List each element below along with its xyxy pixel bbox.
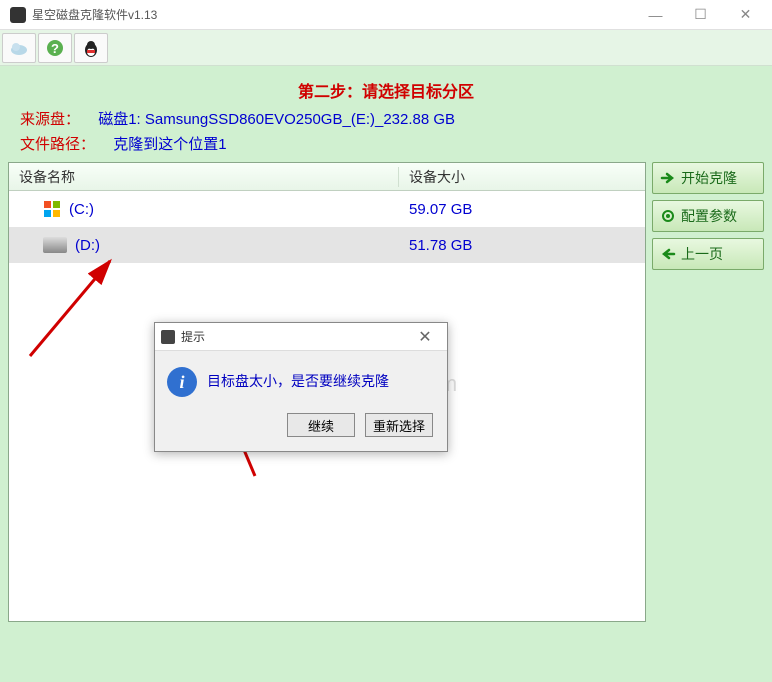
- table-header: 设备名称 设备大小: [9, 163, 645, 191]
- back-label: 上一页: [681, 244, 723, 264]
- dialog-close-button[interactable]: ✕: [409, 327, 441, 347]
- dialog-titlebar: 提示 ✕: [155, 323, 447, 351]
- window-controls: — ☐ ✕: [633, 0, 768, 30]
- drive-name: (C:): [69, 201, 94, 218]
- arrow-right-icon: [659, 169, 677, 187]
- config-label: 配置参数: [681, 206, 737, 226]
- drive-size: 59.07 GB: [399, 201, 645, 218]
- path-label: 文件路径：: [20, 136, 95, 153]
- title-bar: 星空磁盘克隆软件v1.13 — ☐ ✕: [0, 0, 772, 30]
- svg-text:?: ?: [51, 41, 59, 56]
- arrow-left-icon: [659, 245, 677, 263]
- table-row[interactable]: (C:) 59.07 GB: [9, 191, 645, 227]
- prompt-dialog: 提示 ✕ i 目标盘太小，是否要继续克隆 继续 重新选择: [154, 322, 448, 452]
- minimize-button[interactable]: —: [633, 0, 678, 30]
- toolbar-btn-qq[interactable]: [74, 33, 108, 63]
- window-title: 星空磁盘克隆软件v1.13: [32, 6, 633, 23]
- main-panel: 第二步：请选择目标分区 来源盘： 磁盘1: SamsungSSD860EVO25…: [0, 66, 772, 682]
- start-clone-button[interactable]: 开始克隆: [652, 162, 764, 194]
- start-clone-label: 开始克隆: [681, 168, 737, 188]
- toolbar-btn-1[interactable]: [2, 33, 36, 63]
- side-buttons: 开始克隆 配置参数 上一页: [652, 162, 764, 622]
- app-icon: [10, 7, 26, 23]
- header-name[interactable]: 设备名称: [9, 167, 399, 187]
- maximize-button[interactable]: ☐: [678, 0, 723, 30]
- dialog-body: i 目标盘太小，是否要继续克隆: [155, 351, 447, 405]
- source-label: 来源盘：: [20, 111, 80, 128]
- info-icon: i: [167, 367, 197, 397]
- continue-button[interactable]: 继续: [287, 413, 355, 437]
- path-value: 克隆到这个位置1: [113, 136, 226, 153]
- dialog-title: 提示: [181, 328, 409, 345]
- reselect-button[interactable]: 重新选择: [365, 413, 433, 437]
- toolbar: ?: [0, 30, 772, 66]
- back-button[interactable]: 上一页: [652, 238, 764, 270]
- source-row: 来源盘： 磁盘1: SamsungSSD860EVO250GB_(E:)_232…: [20, 108, 752, 129]
- drive-icon: [43, 237, 67, 253]
- source-value: 磁盘1: SamsungSSD860EVO250GB_(E:)_232.88 G…: [98, 111, 455, 128]
- toolbar-btn-help[interactable]: ?: [38, 33, 72, 63]
- help-icon: ?: [45, 38, 65, 58]
- penguin-icon: [81, 38, 101, 58]
- dialog-icon: [161, 330, 175, 344]
- table-row[interactable]: (D:) 51.78 GB: [9, 227, 645, 263]
- config-button[interactable]: 配置参数: [652, 200, 764, 232]
- path-row: 文件路径： 克隆到这个位置1: [20, 133, 752, 154]
- dialog-message: 目标盘太小，是否要继续克隆: [207, 367, 389, 391]
- gear-icon: [659, 207, 677, 225]
- close-button[interactable]: ✕: [723, 0, 768, 30]
- drive-size: 51.78 GB: [399, 237, 645, 254]
- header-size[interactable]: 设备大小: [399, 167, 645, 187]
- cloud-icon: [9, 39, 29, 57]
- step-title: 第二步：请选择目标分区: [8, 78, 764, 102]
- windows-drive-icon: [43, 200, 61, 218]
- drive-name: (D:): [75, 237, 100, 254]
- dialog-buttons: 继续 重新选择: [155, 405, 447, 451]
